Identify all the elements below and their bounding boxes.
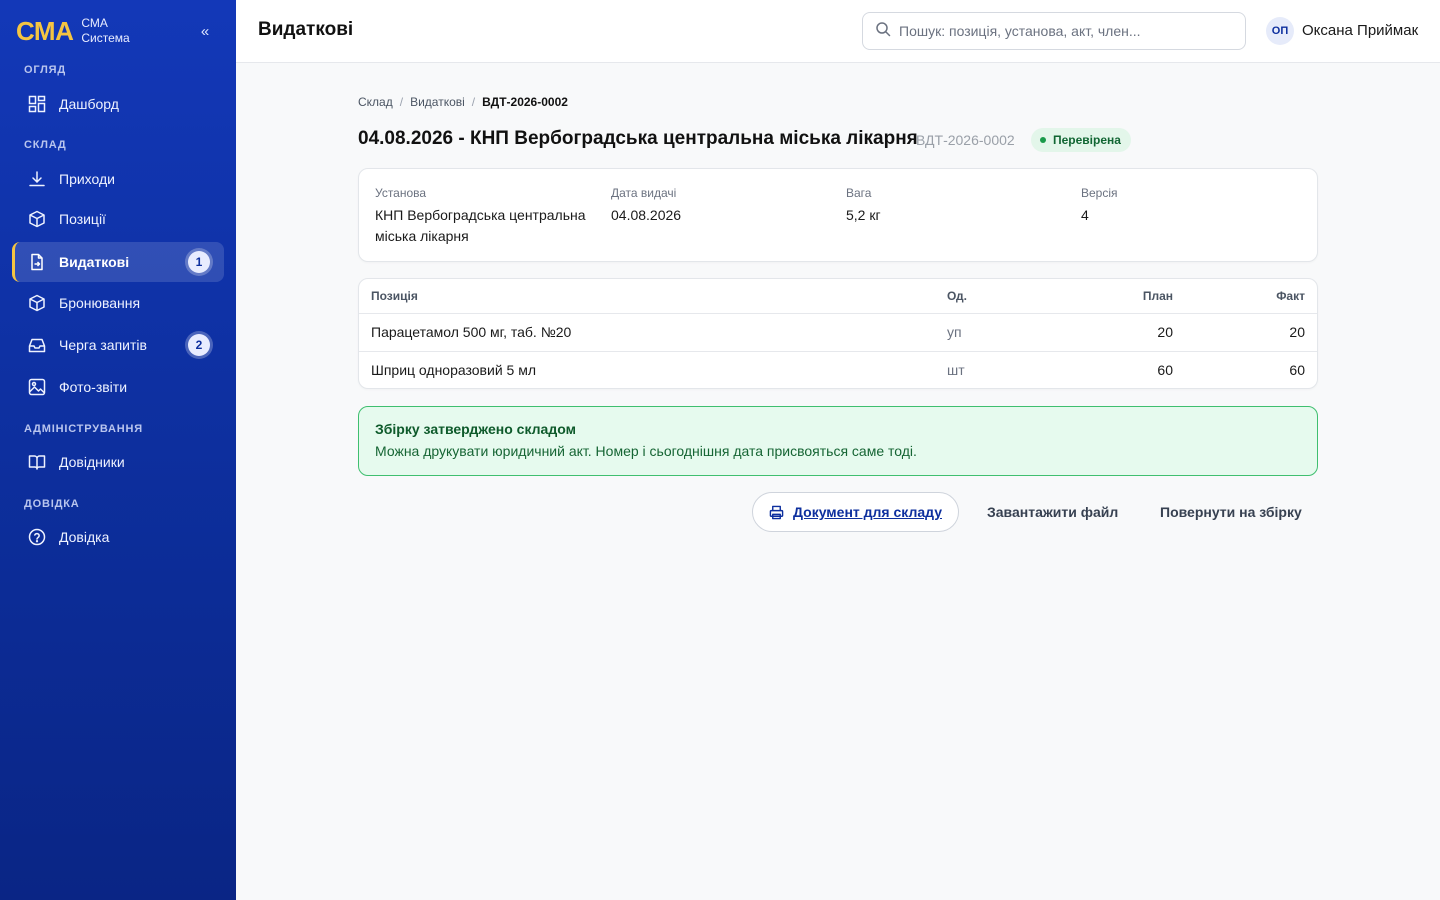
- brand-line-2: Система: [81, 31, 130, 45]
- topbar: Видаткові ОП Оксана Приймак: [236, 0, 1440, 63]
- sidebar-item-label: Фото-звіти: [59, 379, 128, 395]
- info-value: 04.08.2026: [611, 207, 682, 223]
- document-code: ВДТ-2026-0002: [916, 132, 1015, 148]
- brand-logo: СМА: [16, 16, 74, 46]
- column-header-position: Позиція: [359, 279, 935, 314]
- table-header-row: Позиція Од. План Факт: [359, 279, 1317, 314]
- document-title: 04.08.2026 - КНП Вербоградська центральн…: [358, 128, 918, 149]
- collapse-sidebar-button[interactable]: «: [196, 22, 214, 42]
- breadcrumb-current: ВДТ-2026-0002: [482, 95, 568, 109]
- document-info-card: Установа КНП Вербоградська центральна мі…: [358, 168, 1318, 262]
- alert-text: Можна друкувати юридичний акт. Номер і с…: [375, 443, 917, 459]
- items-table: Позиція Од. План Факт Парацетамол 500 мг…: [359, 279, 1317, 388]
- box-icon: [28, 294, 46, 312]
- box-icon: [28, 210, 46, 228]
- breadcrumb-link-warehouse[interactable]: Склад: [358, 95, 393, 109]
- column-header-plan: План: [1055, 279, 1185, 314]
- status-badge: Перевірена: [1031, 128, 1131, 152]
- info-label: Установа: [375, 186, 427, 200]
- sidebar-item-label: Дашборд: [59, 96, 119, 112]
- brand-line-1: СМА: [81, 16, 108, 30]
- status-dot: [1040, 137, 1046, 143]
- section-warehouse: СКЛАД: [24, 139, 67, 151]
- sidebar-item-incoming[interactable]: Приходи: [12, 159, 224, 199]
- sidebar-item-label: Бронювання: [59, 295, 141, 311]
- info-value: КНП Вербоградська центральна міська ліка…: [375, 207, 586, 244]
- info-field-weight: Вага 5,2 кг: [846, 186, 1066, 226]
- breadcrumb-separator: /: [471, 95, 476, 109]
- table-row: Парацетамол 500 мг, таб. №20 уп 20 20: [359, 313, 1317, 352]
- info-field-institution: Установа КНП Вербоградська центральна мі…: [375, 186, 595, 247]
- sidebar-item-label: Черга запитів: [59, 337, 147, 353]
- inbox-icon: [28, 336, 46, 354]
- items-table-card: Позиція Од. План Факт Парацетамол 500 мг…: [358, 278, 1318, 389]
- info-label: Версія: [1081, 186, 1118, 200]
- info-value: 4: [1081, 207, 1089, 223]
- sidebar-item-photo-reports[interactable]: Фото-звіти: [12, 367, 224, 407]
- status-label: Перевірена: [1053, 133, 1121, 147]
- sidebar-item-badge: 1: [188, 251, 210, 273]
- download-icon: [28, 170, 46, 188]
- sidebar-item-dashboard[interactable]: Дашборд: [12, 84, 224, 124]
- section-admin: АДМІНІСТРУВАННЯ: [24, 423, 143, 435]
- cell-position: Шприц одноразовий 5 мл: [371, 362, 536, 379]
- cell-position: Парацетамол 500 мг, таб. №20: [359, 313, 935, 352]
- section-overview: ОГЛЯД: [24, 64, 66, 76]
- info-field-version: Версія 4: [1081, 186, 1301, 226]
- help-circle-icon: [28, 528, 46, 546]
- table-row: Шприц одноразовий 5 мл шт 60 60: [359, 351, 1317, 388]
- sidebar-item-request-queue[interactable]: Черга запитів 2: [12, 325, 224, 365]
- sidebar-item-label: Приходи: [59, 171, 115, 187]
- sidebar-item-help[interactable]: Довідка: [12, 517, 224, 557]
- book-icon: [28, 453, 46, 471]
- cell-plan: 20: [1055, 313, 1185, 352]
- avatar[interactable]: ОП: [1266, 17, 1294, 45]
- button-label: Документ для складу: [793, 504, 942, 520]
- printer-icon: [769, 505, 784, 520]
- search-input[interactable]: [899, 23, 1229, 39]
- download-file-button[interactable]: Завантажити файл: [987, 492, 1118, 532]
- sidebar-item-positions[interactable]: Позиції: [12, 199, 224, 239]
- sidebar-item-label: Довідка: [59, 529, 110, 545]
- sidebar-item-label: Видаткові: [59, 254, 130, 270]
- sidebar-item-label: Довідники: [59, 454, 125, 470]
- breadcrumb-link-issues[interactable]: Видаткові: [410, 95, 465, 109]
- cell-plan: 60: [1157, 362, 1173, 379]
- page-title: Видаткові: [258, 19, 354, 40]
- sidebar-item-badge: 2: [188, 334, 210, 356]
- breadcrumb-separator: /: [399, 95, 404, 109]
- cell-fact: 60: [1289, 362, 1305, 379]
- sidebar-item-label: Позиції: [59, 211, 106, 227]
- sidebar-item-issues[interactable]: Видаткові 1: [12, 242, 224, 282]
- brand[interactable]: СМА СМА Система: [16, 16, 130, 46]
- search-icon: [875, 21, 891, 42]
- cell-unit: уп: [935, 313, 1055, 352]
- return-to-picking-button[interactable]: Повернути на збірку: [1160, 492, 1302, 532]
- dashboard-icon: [28, 95, 46, 113]
- image-icon: [28, 378, 46, 396]
- sidebar-item-reservations[interactable]: Бронювання: [12, 283, 224, 323]
- approval-alert: Збірку затверджено складом Можна друкува…: [358, 406, 1318, 476]
- info-label: Вага: [846, 186, 872, 200]
- breadcrumb: Склад / Видаткові / ВДТ-2026-0002: [358, 95, 568, 109]
- user-name[interactable]: Оксана Приймак: [1302, 22, 1418, 39]
- column-header-fact: Факт: [1185, 279, 1317, 314]
- info-label: Дата видачі: [611, 186, 677, 200]
- section-help: ДОВІДКА: [24, 498, 80, 510]
- sidebar: СМА СМА Система « ОГЛЯД Дашборд СКЛАД Пр…: [0, 0, 236, 900]
- column-header-unit: Од.: [935, 279, 1055, 314]
- search-box[interactable]: [862, 12, 1246, 50]
- document-icon: [28, 253, 46, 271]
- cell-unit: шт: [947, 362, 965, 379]
- sidebar-item-directories[interactable]: Довідники: [12, 442, 224, 482]
- info-value: 5,2 кг: [846, 207, 881, 223]
- print-warehouse-document-button[interactable]: Документ для складу: [752, 492, 959, 532]
- cell-fact: 20: [1185, 313, 1317, 352]
- alert-title: Збірку затверджено складом: [375, 421, 576, 437]
- brand-subtitle: СМА Система: [81, 16, 129, 46]
- info-field-issue-date: Дата видачі 04.08.2026: [611, 186, 831, 226]
